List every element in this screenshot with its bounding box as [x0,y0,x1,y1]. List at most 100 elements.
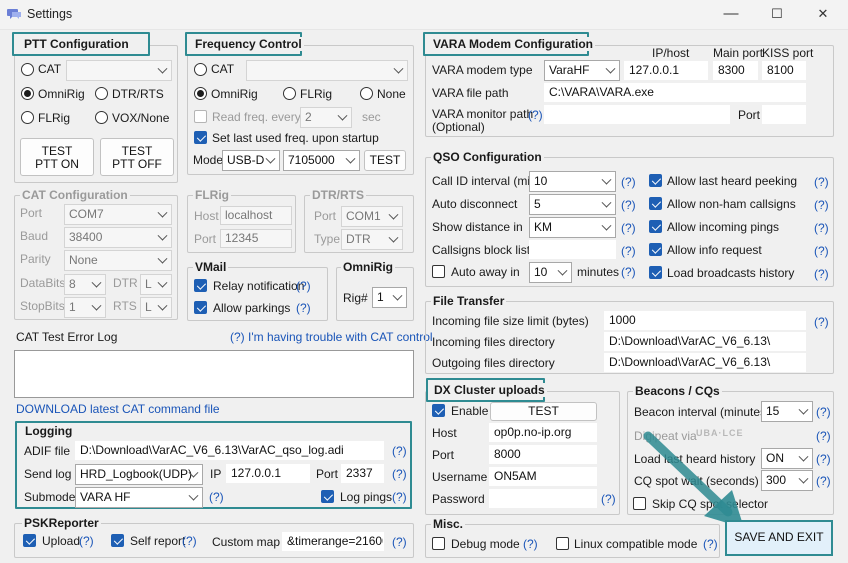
opt-pings-checkbox[interactable] [649,220,662,233]
auto-away-checkbox[interactable] [432,265,445,278]
read-freq-combo[interactable]: 2 [300,107,352,128]
debug-help-icon[interactable]: (?) [523,537,538,551]
dx-pass-field[interactable] [489,489,597,508]
dx-enable-checkbox[interactable] [432,404,445,417]
vara-main-port-field[interactable]: 8300 [713,61,758,80]
log-pings-help-icon[interactable]: (?) [392,490,407,504]
opt-last-heard-help-icon[interactable]: (?) [814,175,829,189]
ptt-dtr-radio[interactable] [95,87,108,100]
load-history-combo[interactable]: ON [761,448,813,469]
relay-notification-checkbox[interactable] [194,279,207,292]
cat-stopbits-combo[interactable]: 1 [64,297,106,318]
psk-upload-checkbox[interactable] [23,534,36,547]
linux-mode-checkbox[interactable] [556,537,569,550]
dx-help-icon[interactable]: (?) [601,492,616,506]
vara-kiss-port-field[interactable]: 8100 [762,61,806,80]
ptt-vox-radio[interactable] [95,111,108,124]
dtr-port-combo[interactable]: COM1 [341,206,403,227]
debug-mode-checkbox[interactable] [432,537,445,550]
distance-help-icon[interactable]: (?) [621,221,636,235]
size-limit-field[interactable]: 1000 [604,311,806,330]
freq-flrig-radio[interactable] [283,87,296,100]
ptt-omnirig-radio[interactable] [21,87,34,100]
cat-databits-combo[interactable]: 8 [64,274,106,295]
load-history-help-icon[interactable]: (?) [816,452,831,466]
flrig-host-field[interactable]: localhost [220,206,292,225]
dx-user-field[interactable]: ON5AM [489,467,597,486]
psk-upload-help-icon[interactable]: (?) [79,534,94,548]
opt-info-checkbox[interactable] [649,243,662,256]
flrig-port-field[interactable]: 12345 [220,229,292,248]
opt-broadcasts-help-icon[interactable]: (?) [814,267,829,281]
adif-file-field[interactable]: D:\Download\VarAC_V6_6.13\VarAC_qso_log.… [75,441,384,460]
freq-test-button[interactable]: TEST [364,150,406,171]
auto-away-help-icon[interactable]: (?) [621,265,636,279]
self-report-help-icon[interactable]: (?) [182,534,197,548]
callid-help-icon[interactable]: (?) [621,175,636,189]
submode-help-icon[interactable]: (?) [209,490,224,504]
outgoing-dir-field[interactable]: D:\Download\VarAC_V6_6.13\ [604,353,806,372]
relay-help-icon[interactable]: (?) [296,279,311,293]
beacon-interval-combo[interactable]: 15 [761,401,813,422]
auto-away-combo[interactable]: 10 [529,262,572,283]
dx-test-button[interactable]: TEST [490,402,597,421]
beacon-interval-help-icon[interactable]: (?) [816,405,831,419]
custom-map-field[interactable]: &timerange=21600&s [282,532,384,551]
parkings-help-icon[interactable]: (?) [296,301,311,315]
ptt-flrig-radio[interactable] [21,111,34,124]
vara-ip-field[interactable]: 127.0.0.1 [624,61,708,80]
monitor-path-field[interactable] [544,105,730,124]
incoming-dir-field[interactable]: D:\Download\VarAC_V6_6.13\ [604,332,806,351]
opt-last-heard-checkbox[interactable] [649,174,662,187]
download-cat-link[interactable]: DOWNLOAD latest CAT command file [16,402,220,416]
callid-combo[interactable]: 10 [529,171,616,192]
send-log-help-icon[interactable]: (?) [392,467,407,481]
log-port-field[interactable]: 2337 [341,464,384,483]
digipeat-help-icon[interactable]: (?) [816,429,831,443]
distance-combo[interactable]: KM [529,217,616,238]
custom-map-help-icon[interactable]: (?) [392,535,407,549]
send-log-combo[interactable]: HRD_Logbook(UDP) [75,464,203,485]
autodisc-combo[interactable]: 5 [529,194,616,215]
rig-number-combo[interactable]: 1 [372,287,407,308]
freq-none-radio[interactable] [360,87,373,100]
monitor-help-icon[interactable]: (?) [528,108,543,122]
size-limit-help-icon[interactable]: (?) [814,315,829,329]
opt-pings-help-icon[interactable]: (?) [814,221,829,235]
test-ptt-off-button[interactable]: TEST PTT OFF [100,138,174,176]
monitor-port-field[interactable] [762,105,806,124]
autodisc-help-icon[interactable]: (?) [621,198,636,212]
save-and-exit-button[interactable]: SAVE AND EXIT [725,520,833,556]
cat-trouble-link[interactable]: (?) I'm having trouble with CAT control [230,330,433,344]
freq-cat-combo[interactable] [246,60,408,81]
adif-help-icon[interactable]: (?) [392,444,407,458]
test-ptt-on-button[interactable]: TEST PTT ON [20,138,94,176]
set-last-freq-checkbox[interactable] [194,131,207,144]
cat-port-combo[interactable]: COM7 [64,204,172,225]
submode-combo[interactable]: VARA HF [75,487,203,508]
mode-combo[interactable]: USB-D [222,150,280,171]
cat-error-log-textarea[interactable] [14,350,414,398]
cq-wait-help-icon[interactable]: (?) [816,474,831,488]
dx-host-field[interactable]: op0p.no-ip.org [489,423,597,442]
opt-info-help-icon[interactable]: (?) [814,244,829,258]
ptt-cat-radio[interactable] [21,63,34,76]
cat-dtr-combo[interactable]: L [140,274,172,295]
log-pings-checkbox[interactable] [321,490,334,503]
read-freq-checkbox[interactable] [194,110,207,123]
dtr-type-combo[interactable]: DTR [341,229,403,250]
close-button[interactable]: ✕ [800,2,846,28]
minimize-button[interactable]: — [708,2,754,28]
modem-type-combo[interactable]: VaraHF [544,60,620,81]
vara-file-path-field[interactable]: C:\VARA\VARA.exe [544,83,806,102]
opt-broadcasts-checkbox[interactable] [649,266,662,279]
freq-value-combo[interactable]: 7105000 [283,150,360,171]
self-report-checkbox[interactable] [111,534,124,547]
freq-cat-radio[interactable] [194,63,207,76]
freq-omnirig-radio[interactable] [194,87,207,100]
cat-parity-combo[interactable]: None [64,250,172,271]
opt-non-ham-help-icon[interactable]: (?) [814,198,829,212]
allow-parkings-checkbox[interactable] [194,301,207,314]
cq-wait-combo[interactable]: 300 [761,470,813,491]
maximize-button[interactable]: ☐ [754,2,800,28]
